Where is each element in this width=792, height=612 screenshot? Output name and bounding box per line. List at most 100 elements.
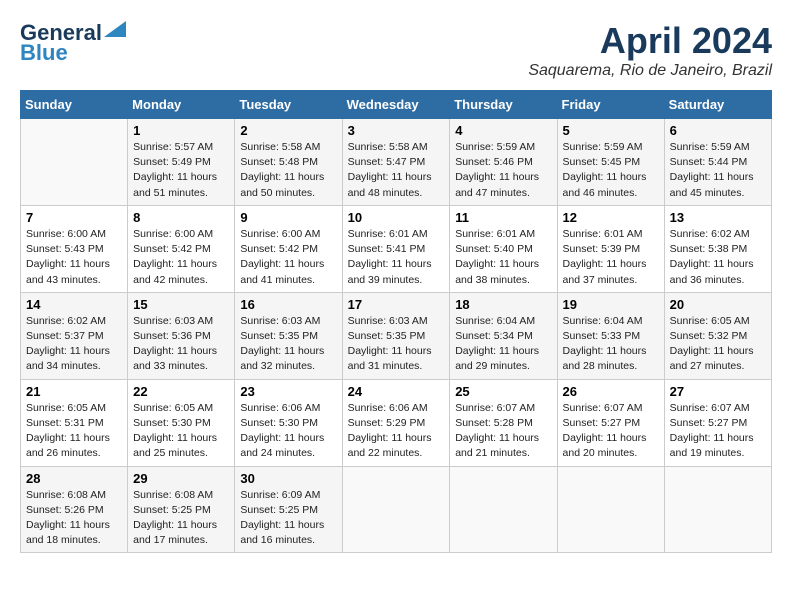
calendar-cell: 1Sunrise: 5:57 AM Sunset: 5:49 PM Daylig… (128, 119, 235, 206)
day-info: Sunrise: 6:09 AM Sunset: 5:25 PM Dayligh… (240, 488, 336, 549)
weekday-header-friday: Friday (557, 91, 664, 119)
day-number: 27 (670, 384, 766, 399)
calendar-cell (450, 466, 557, 553)
calendar-cell (342, 466, 450, 553)
day-info: Sunrise: 6:06 AM Sunset: 5:30 PM Dayligh… (240, 401, 336, 462)
calendar-cell: 18 Sunrise: 6:04 AM Sunset: 5:34 PM Dayli… (450, 292, 557, 379)
day-number: 21 (26, 384, 122, 399)
calendar-cell: 20Sunrise: 6:05 AM Sunset: 5:32 PM Dayli… (664, 292, 771, 379)
day-info: Sunrise: 5:59 AM Sunset: 5:44 PM Dayligh… (670, 140, 766, 201)
day-number: 10 (348, 210, 445, 225)
calendar-cell (557, 466, 664, 553)
calendar-cell (664, 466, 771, 553)
calendar-cell: 6Sunrise: 5:59 AM Sunset: 5:44 PM Daylig… (664, 119, 771, 206)
calendar-cell: 22 Sunrise: 6:05 AM Sunset: 5:30 PM Dayli… (128, 379, 235, 466)
location-subtitle: Saquarema, Rio de Janeiro, Brazil (528, 62, 772, 80)
day-number: 13 (670, 210, 766, 225)
day-number: 25 (455, 384, 551, 399)
title-block: April 2024 Saquarema, Rio de Janeiro, Br… (528, 20, 772, 80)
day-info: Sunrise: 6:08 AM Sunset: 5:25 PM Dayligh… (133, 488, 229, 549)
logo-blue: Blue (20, 40, 68, 66)
calendar-header-row: SundayMondayTuesdayWednesdayThursdayFrid… (21, 91, 772, 119)
day-info: Sunrise: 6:04 AM Sunset: 5:34 PM Dayligh… (455, 314, 551, 375)
calendar-cell (21, 119, 128, 206)
day-info: Sunrise: 5:58 AM Sunset: 5:48 PM Dayligh… (240, 140, 336, 201)
calendar-cell: 4 Sunrise: 5:59 AM Sunset: 5:46 PM Daylig… (450, 119, 557, 206)
calendar-cell: 14 Sunrise: 6:02 AM Sunset: 5:37 PM Dayli… (21, 292, 128, 379)
day-number: 5 (563, 123, 659, 138)
calendar-cell: 25 Sunrise: 6:07 AM Sunset: 5:28 PM Dayli… (450, 379, 557, 466)
weekday-header-thursday: Thursday (450, 91, 557, 119)
logo-icon (104, 21, 126, 37)
day-info: Sunrise: 6:05 AM Sunset: 5:30 PM Dayligh… (133, 401, 229, 462)
day-info: Sunrise: 6:01 AM Sunset: 5:39 PM Dayligh… (563, 227, 659, 288)
day-info: Sunrise: 6:08 AM Sunset: 5:26 PM Dayligh… (26, 488, 122, 549)
day-info: Sunrise: 5:59 AM Sunset: 5:45 PM Dayligh… (563, 140, 659, 201)
calendar-week-row: 21 Sunrise: 6:05 AM Sunset: 5:31 PM Dayli… (21, 379, 772, 466)
calendar-week-row: 1Sunrise: 5:57 AM Sunset: 5:49 PM Daylig… (21, 119, 772, 206)
day-info: Sunrise: 6:01 AM Sunset: 5:40 PM Dayligh… (455, 227, 551, 288)
day-info: Sunrise: 6:00 AM Sunset: 5:42 PM Dayligh… (240, 227, 336, 288)
calendar-cell: 11 Sunrise: 6:01 AM Sunset: 5:40 PM Dayli… (450, 205, 557, 292)
day-number: 1 (133, 123, 229, 138)
calendar-cell: 5 Sunrise: 5:59 AM Sunset: 5:45 PM Daylig… (557, 119, 664, 206)
calendar-cell: 2 Sunrise: 5:58 AM Sunset: 5:48 PM Daylig… (235, 119, 342, 206)
day-number: 23 (240, 384, 336, 399)
calendar-week-row: 28 Sunrise: 6:08 AM Sunset: 5:26 PM Dayli… (21, 466, 772, 553)
day-number: 12 (563, 210, 659, 225)
day-number: 18 (455, 297, 551, 312)
calendar-cell: 8Sunrise: 6:00 AM Sunset: 5:42 PM Daylig… (128, 205, 235, 292)
day-info: Sunrise: 6:07 AM Sunset: 5:27 PM Dayligh… (670, 401, 766, 462)
calendar-cell: 3 Sunrise: 5:58 AM Sunset: 5:47 PM Daylig… (342, 119, 450, 206)
weekday-header-monday: Monday (128, 91, 235, 119)
calendar-cell: 19Sunrise: 6:04 AM Sunset: 5:33 PM Dayli… (557, 292, 664, 379)
day-number: 7 (26, 210, 122, 225)
day-info: Sunrise: 5:59 AM Sunset: 5:46 PM Dayligh… (455, 140, 551, 201)
calendar-cell: 27 Sunrise: 6:07 AM Sunset: 5:27 PM Dayli… (664, 379, 771, 466)
calendar-cell: 16 Sunrise: 6:03 AM Sunset: 5:35 PM Dayli… (235, 292, 342, 379)
calendar-cell: 15Sunrise: 6:03 AM Sunset: 5:36 PM Dayli… (128, 292, 235, 379)
day-number: 3 (348, 123, 445, 138)
weekday-header-sunday: Sunday (21, 91, 128, 119)
day-number: 11 (455, 210, 551, 225)
day-number: 28 (26, 471, 122, 486)
day-number: 17 (348, 297, 445, 312)
day-number: 22 (133, 384, 229, 399)
day-number: 16 (240, 297, 336, 312)
calendar-cell: 13Sunrise: 6:02 AM Sunset: 5:38 PM Dayli… (664, 205, 771, 292)
day-number: 2 (240, 123, 336, 138)
day-info: Sunrise: 6:03 AM Sunset: 5:35 PM Dayligh… (240, 314, 336, 375)
day-number: 24 (348, 384, 445, 399)
weekday-header-tuesday: Tuesday (235, 91, 342, 119)
calendar-cell: 10Sunrise: 6:01 AM Sunset: 5:41 PM Dayli… (342, 205, 450, 292)
day-info: Sunrise: 6:00 AM Sunset: 5:43 PM Dayligh… (26, 227, 122, 288)
day-info: Sunrise: 6:03 AM Sunset: 5:35 PM Dayligh… (348, 314, 445, 375)
day-number: 26 (563, 384, 659, 399)
day-info: Sunrise: 6:06 AM Sunset: 5:29 PM Dayligh… (348, 401, 445, 462)
weekday-header-saturday: Saturday (664, 91, 771, 119)
calendar-week-row: 14 Sunrise: 6:02 AM Sunset: 5:37 PM Dayli… (21, 292, 772, 379)
day-number: 14 (26, 297, 122, 312)
calendar-cell: 12 Sunrise: 6:01 AM Sunset: 5:39 PM Dayli… (557, 205, 664, 292)
day-info: Sunrise: 6:07 AM Sunset: 5:28 PM Dayligh… (455, 401, 551, 462)
day-info: Sunrise: 6:07 AM Sunset: 5:27 PM Dayligh… (563, 401, 659, 462)
calendar-cell: 26 Sunrise: 6:07 AM Sunset: 5:27 PM Dayli… (557, 379, 664, 466)
calendar-cell: 7 Sunrise: 6:00 AM Sunset: 5:43 PM Daylig… (21, 205, 128, 292)
day-info: Sunrise: 6:05 AM Sunset: 5:31 PM Dayligh… (26, 401, 122, 462)
day-number: 29 (133, 471, 229, 486)
calendar-cell: 23 Sunrise: 6:06 AM Sunset: 5:30 PM Dayli… (235, 379, 342, 466)
day-info: Sunrise: 6:04 AM Sunset: 5:33 PM Dayligh… (563, 314, 659, 375)
calendar-cell: 21 Sunrise: 6:05 AM Sunset: 5:31 PM Dayli… (21, 379, 128, 466)
day-number: 8 (133, 210, 229, 225)
calendar-cell: 9Sunrise: 6:00 AM Sunset: 5:42 PM Daylig… (235, 205, 342, 292)
day-info: Sunrise: 5:58 AM Sunset: 5:47 PM Dayligh… (348, 140, 445, 201)
day-info: Sunrise: 6:02 AM Sunset: 5:37 PM Dayligh… (26, 314, 122, 375)
day-number: 4 (455, 123, 551, 138)
day-number: 20 (670, 297, 766, 312)
weekday-header-wednesday: Wednesday (342, 91, 450, 119)
day-number: 30 (240, 471, 336, 486)
calendar-cell: 17 Sunrise: 6:03 AM Sunset: 5:35 PM Dayli… (342, 292, 450, 379)
calendar-cell: 24 Sunrise: 6:06 AM Sunset: 5:29 PM Dayli… (342, 379, 450, 466)
logo: General Blue (20, 20, 126, 66)
calendar-week-row: 7 Sunrise: 6:00 AM Sunset: 5:43 PM Daylig… (21, 205, 772, 292)
